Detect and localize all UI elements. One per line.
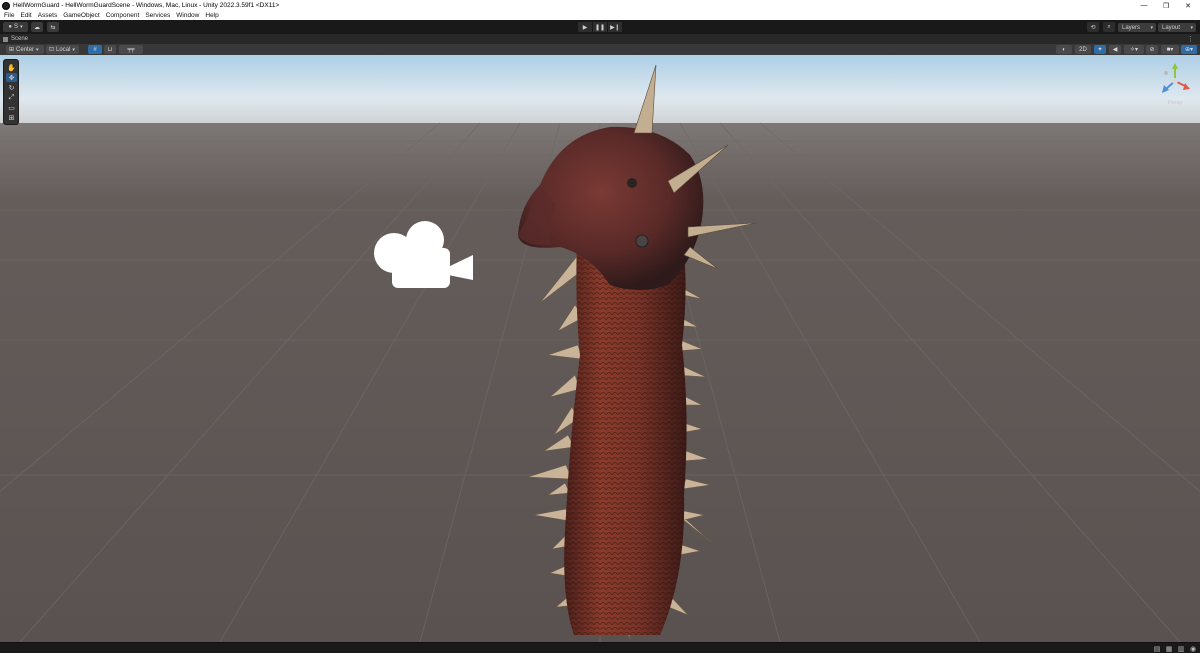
menu-edit[interactable]: Edit [20, 12, 31, 19]
menu-services[interactable]: Services [145, 12, 170, 19]
activity-icon[interactable]: ▤ [1153, 645, 1161, 653]
graphics-icon[interactable]: ▥ [1177, 645, 1185, 653]
history-icon: ⟲ [1090, 24, 1096, 31]
toggle-2d-button[interactable]: 2D [1075, 45, 1091, 54]
play-controls: ▶ ❚❚ ▶❙ [578, 22, 623, 32]
rotate-tool[interactable]: ↻ [6, 83, 17, 92]
check-circle-icon[interactable]: ◉ [1189, 645, 1197, 653]
account-dropdown[interactable]: ● S ▾ [3, 22, 28, 32]
chevron-down-icon: ▾ [36, 46, 39, 53]
effects-dropdown[interactable]: ✧▾ [1124, 45, 1144, 54]
pivot-dropdown[interactable]: ⊞ Center ▾ [6, 45, 44, 54]
minimize-button[interactable]: — [1133, 0, 1155, 11]
tools-overlay: ✋ ✥ ↻ ⤢ ▭ ⊞ [3, 59, 19, 125]
effects-icon: ✧▾ [1129, 47, 1139, 53]
hand-icon: ✋ [7, 64, 16, 72]
magnet-icon: ⊔ [107, 47, 113, 53]
rect-transform-icon: ▭ [8, 104, 15, 112]
network-icon[interactable]: ▦ [1165, 645, 1173, 653]
menu-file[interactable]: File [4, 12, 14, 19]
grid-snap-toggle[interactable]: # [88, 45, 102, 54]
lightbulb-icon: ✦ [1097, 47, 1103, 53]
draw-mode-dropdown[interactable]: ◐ [1056, 45, 1072, 54]
main-toolbar: ● S ▾ ☁ ⇆ ▶ ❚❚ ▶❙ ⟲ ⌕ Layers ▾ Layout ▾ [0, 20, 1200, 34]
grid-icon: # [93, 46, 97, 53]
transform-icon: ⊞ [8, 114, 15, 122]
cloud-button[interactable]: ☁ [31, 22, 43, 32]
menu-bar: File Edit Assets GameObject Component Se… [0, 11, 1200, 20]
layout-label: Layout [1162, 24, 1181, 31]
menu-window[interactable]: Window [176, 12, 199, 19]
menu-help[interactable]: Help [205, 12, 218, 19]
shading-sphere-icon: ◐ [1062, 46, 1066, 53]
play-button[interactable]: ▶ [578, 22, 593, 32]
camera-icon: ■▾ [1166, 47, 1174, 53]
eye-slash-icon: ⊘ [1149, 47, 1155, 53]
layout-dropdown[interactable]: Layout ▾ [1158, 23, 1196, 32]
more-options-icon[interactable]: ⋮ [1187, 35, 1194, 43]
move-arrows-icon: ✥ [8, 74, 15, 82]
scale-icon: ⤢ [8, 93, 15, 101]
chevron-down-icon: ▾ [1190, 24, 1193, 31]
layers-label: Layers [1122, 24, 1141, 31]
close-button[interactable]: ✕ [1177, 0, 1199, 11]
undo-history-button[interactable]: ⟲ [1087, 22, 1099, 32]
audio-toggle[interactable]: ◀ [1109, 45, 1121, 54]
chevron-down-icon: ▾ [72, 46, 75, 53]
rect-tool[interactable]: ▭ [6, 103, 17, 112]
space-label: Local [56, 46, 71, 53]
window-title-bar: HellWormGuard - HellWormGuardScene - Win… [0, 0, 1200, 11]
orientation-gizmo[interactable]: Persp [1158, 62, 1192, 108]
menu-component[interactable]: Component [106, 12, 140, 19]
scene-render [0, 55, 1200, 642]
lighting-toggle[interactable]: ✦ [1094, 45, 1106, 54]
scene-viewport[interactable] [0, 55, 1200, 642]
unity-logo-icon [2, 1, 10, 10]
chevron-down-icon: ▾ [1150, 24, 1153, 31]
pivot-icon: ⊞ [9, 47, 15, 53]
scale-tool[interactable]: ⤢ [6, 93, 17, 102]
move-tool[interactable]: ✥ [6, 73, 17, 82]
pause-button[interactable]: ❚❚ [593, 22, 608, 32]
layers-dropdown[interactable]: Layers ▾ [1118, 23, 1156, 32]
search-icon: ⌕ [1107, 23, 1111, 30]
hidden-objects-toggle[interactable]: ⊘ [1146, 45, 1158, 54]
cloud-icon: ☁ [34, 24, 40, 31]
scene-grid-icon [3, 36, 8, 42]
gizmos-dropdown[interactable]: ⊕▾ [1181, 45, 1197, 54]
account-label: S [14, 24, 19, 30]
collab-icon: ⇆ [50, 24, 56, 31]
menu-assets[interactable]: Assets [38, 12, 58, 19]
status-bar: ▤ ▦ ▥ ◉ [0, 642, 1200, 653]
projection-label[interactable]: Persp [1158, 100, 1192, 106]
scene-tab-bar: Scene ⋮ [0, 34, 1200, 44]
scene-view-toolbar: ⊞ Center ▾ ⊡ Local ▾ # ⊔ ┯┯ ◐ 2D ✦ ◀ ✧▾ … [0, 44, 1200, 55]
tab-scene[interactable]: Scene [3, 34, 28, 44]
pivot-label: Center [16, 46, 35, 53]
ruler-dropdown[interactable]: ┯┯ [119, 45, 143, 54]
search-button[interactable]: ⌕ [1103, 22, 1115, 32]
rotate-icon: ↻ [8, 84, 15, 92]
camera-settings-dropdown[interactable]: ■▾ [1161, 45, 1179, 54]
gizmos-icon: ⊕▾ [1184, 47, 1194, 53]
chevron-down-icon: ▾ [20, 24, 23, 30]
transform-tool[interactable]: ⊞ [6, 113, 17, 122]
account-icon: ● [8, 24, 13, 30]
restore-button[interactable]: ❐ [1155, 0, 1177, 11]
tab-scene-label: Scene [11, 36, 29, 42]
window-title: HellWormGuard - HellWormGuardScene - Win… [13, 2, 280, 9]
space-dropdown[interactable]: ⊡ Local ▾ [46, 45, 79, 54]
local-space-icon: ⊡ [49, 47, 55, 53]
collab-button[interactable]: ⇆ [47, 22, 59, 32]
speaker-icon: ◀ [1112, 47, 1118, 53]
hand-tool[interactable]: ✋ [6, 63, 17, 72]
snap-increment-dropdown[interactable]: ⊔ [104, 45, 116, 54]
axis-gizmo-icon [1162, 63, 1190, 93]
ruler-icon: ┯┯ [127, 47, 135, 53]
menu-gameobject[interactable]: GameObject [63, 12, 100, 19]
step-button[interactable]: ▶❙ [608, 22, 623, 32]
